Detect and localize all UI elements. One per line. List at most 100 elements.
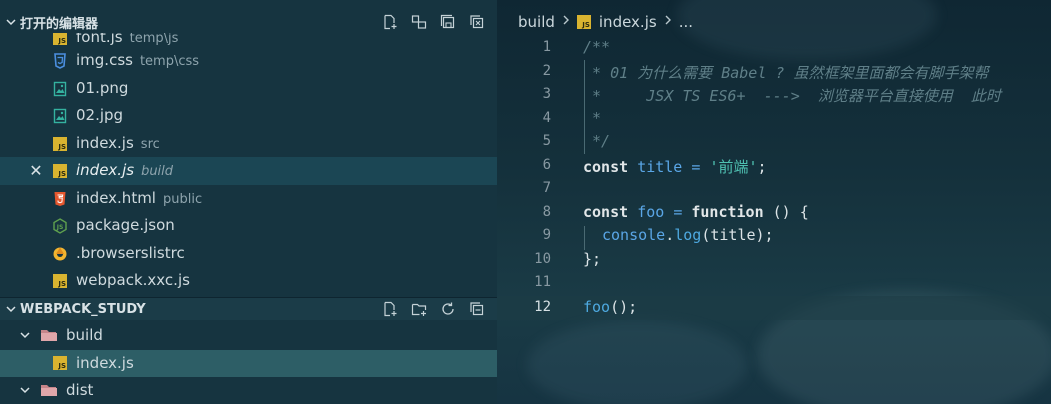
- code-line[interactable]: 6 const title = '前端';: [497, 154, 1051, 178]
- file-name: img.css: [76, 51, 133, 69]
- css-file-icon: [52, 53, 68, 69]
- toggle-vertical-layout-icon[interactable]: [409, 12, 429, 32]
- punctuation-token: .: [665, 226, 675, 244]
- js-file-icon: JS: [52, 33, 68, 46]
- nodejs-icon: JS: [52, 218, 68, 234]
- variable-token: foo: [637, 202, 665, 221]
- close-editor-icon[interactable]: ✕: [28, 161, 44, 180]
- code-line[interactable]: 5 */: [497, 130, 1051, 154]
- line-number: 9: [542, 227, 551, 243]
- object-token: console: [602, 226, 666, 244]
- punctuation-token: ();: [610, 298, 638, 316]
- line-number: 11: [534, 274, 551, 290]
- chevron-right-icon: [561, 14, 571, 30]
- line-number: 2: [542, 62, 551, 79]
- breadcrumb-file[interactable]: index.js: [599, 13, 657, 31]
- workspace-header[interactable]: WEBPACK_STUDY: [0, 297, 497, 320]
- code-text: const foo = function () {: [583, 203, 809, 221]
- punctuation-token: (title);: [701, 226, 774, 244]
- refresh-icon[interactable]: [438, 299, 458, 319]
- keyword-token: function: [691, 202, 764, 221]
- new-untitled-file-icon[interactable]: [380, 12, 400, 32]
- open-editor-item[interactable]: 01.png: [0, 75, 497, 103]
- code-text: };: [583, 249, 602, 268]
- line-number: 3: [542, 86, 551, 102]
- file-path-desc: build: [141, 164, 174, 179]
- new-file-icon[interactable]: [380, 299, 400, 319]
- vscode-window: JS font.js temp\js img.css temp\css 01.png: [0, 0, 1051, 404]
- breadcrumb: build JS index.js ...: [518, 12, 693, 32]
- chevron-down-icon[interactable]: [2, 11, 20, 33]
- new-folder-icon[interactable]: [409, 299, 429, 319]
- code-line[interactable]: 9 console.log(title);: [497, 224, 1051, 248]
- file-name: index.js: [76, 133, 134, 152]
- breadcrumb-symbol[interactable]: ...: [679, 13, 693, 31]
- js-file-icon: JS: [51, 355, 69, 371]
- code-comment: *: [583, 108, 602, 127]
- html-file-icon: [52, 191, 68, 207]
- punctuation-token: ;: [757, 157, 767, 176]
- js-file-icon: JS: [52, 273, 68, 289]
- code-line[interactable]: 4 *: [497, 107, 1051, 131]
- close-all-icon[interactable]: [467, 12, 487, 32]
- file-path-desc: src: [140, 136, 160, 152]
- variable-token: title: [637, 157, 683, 176]
- open-editor-item[interactable]: index.html public: [0, 185, 497, 213]
- open-editors-header[interactable]: 打开的编辑器: [0, 11, 497, 33]
- line-number: 1: [542, 39, 551, 55]
- open-editor-item[interactable]: img.css temp\css: [0, 47, 497, 75]
- code-comment: */: [583, 132, 611, 150]
- code-editor[interactable]: build JS index.js ... 1 /** 2 * 01 为什么需要…: [497, 0, 1051, 404]
- chevron-down-icon: [17, 382, 33, 398]
- explorer-sidebar: JS font.js temp\js img.css temp\css 01.png: [0, 0, 497, 404]
- file-name: index.html: [76, 188, 156, 207]
- tree-folder-dist[interactable]: dist: [0, 377, 497, 404]
- code-line[interactable]: 1 /**: [497, 36, 1051, 60]
- file-name: webpack.xxc.js: [76, 271, 190, 289]
- code-line-current[interactable]: 12 foo();: [497, 296, 1051, 320]
- line-number: 4: [542, 109, 551, 126]
- folder-open-icon: [40, 327, 58, 343]
- file-name: package.json: [76, 216, 175, 234]
- js-file-icon: JS: [52, 136, 68, 152]
- code-comment: * JSX TS ES6+ ---> 浏览器平台直接使用 此时: [583, 87, 1001, 105]
- image-file-icon: [52, 108, 68, 124]
- open-editor-item[interactable]: JS package.json: [0, 212, 497, 240]
- line-number: 8: [542, 203, 551, 220]
- code-line[interactable]: 7: [497, 177, 1051, 201]
- code-line[interactable]: 2 * 01 为什么需要 Babel ? 虽然框架里面都会有脚手架帮: [497, 60, 1051, 84]
- browserslist-icon: [52, 246, 68, 262]
- collapse-all-icon[interactable]: [467, 299, 487, 319]
- file-name: .browserslistrc: [76, 243, 185, 262]
- operator-token: =: [673, 202, 683, 221]
- save-all-icon[interactable]: [438, 12, 458, 32]
- file-name: font.js: [76, 33, 123, 46]
- workspace-title: WEBPACK_STUDY: [20, 301, 146, 317]
- code-text: console.log(title);: [602, 226, 774, 244]
- breadcrumb-folder[interactable]: build: [518, 13, 555, 31]
- open-editor-item-active[interactable]: ✕ JS index.js build: [0, 157, 497, 185]
- tree-item-label: index.js: [76, 354, 134, 372]
- open-editors-list: JS font.js temp\js img.css temp\css 01.png: [0, 33, 497, 295]
- open-editor-item[interactable]: .browserslistrc: [0, 240, 497, 268]
- image-file-icon: [52, 81, 68, 97]
- open-editor-item[interactable]: JS webpack.xxc.js: [0, 267, 497, 295]
- line-number: 6: [542, 156, 551, 173]
- js-file-icon: JS: [52, 163, 68, 179]
- open-editor-item[interactable]: 02.jpg: [0, 102, 497, 130]
- code-line[interactable]: 8 const foo = function () {: [497, 201, 1051, 225]
- code-line[interactable]: 10 };: [497, 248, 1051, 272]
- code-line[interactable]: 3 * JSX TS ES6+ ---> 浏览器平台直接使用 此时: [497, 83, 1051, 107]
- tree-item-label: dist: [66, 381, 94, 399]
- code-text: foo();: [583, 298, 637, 316]
- folder-open-icon: [40, 382, 58, 398]
- code-comment: /**: [583, 38, 611, 56]
- code-line[interactable]: 11: [497, 271, 1051, 295]
- tree-file-index-js[interactable]: JS index.js: [0, 350, 497, 377]
- tree-folder-build[interactable]: build: [0, 322, 497, 349]
- chevron-right-icon: [663, 14, 673, 30]
- open-editor-item[interactable]: JS index.js src: [0, 130, 497, 158]
- chevron-down-icon[interactable]: [2, 298, 20, 320]
- line-number: 10: [534, 250, 551, 267]
- svg-text:JS: JS: [56, 224, 64, 231]
